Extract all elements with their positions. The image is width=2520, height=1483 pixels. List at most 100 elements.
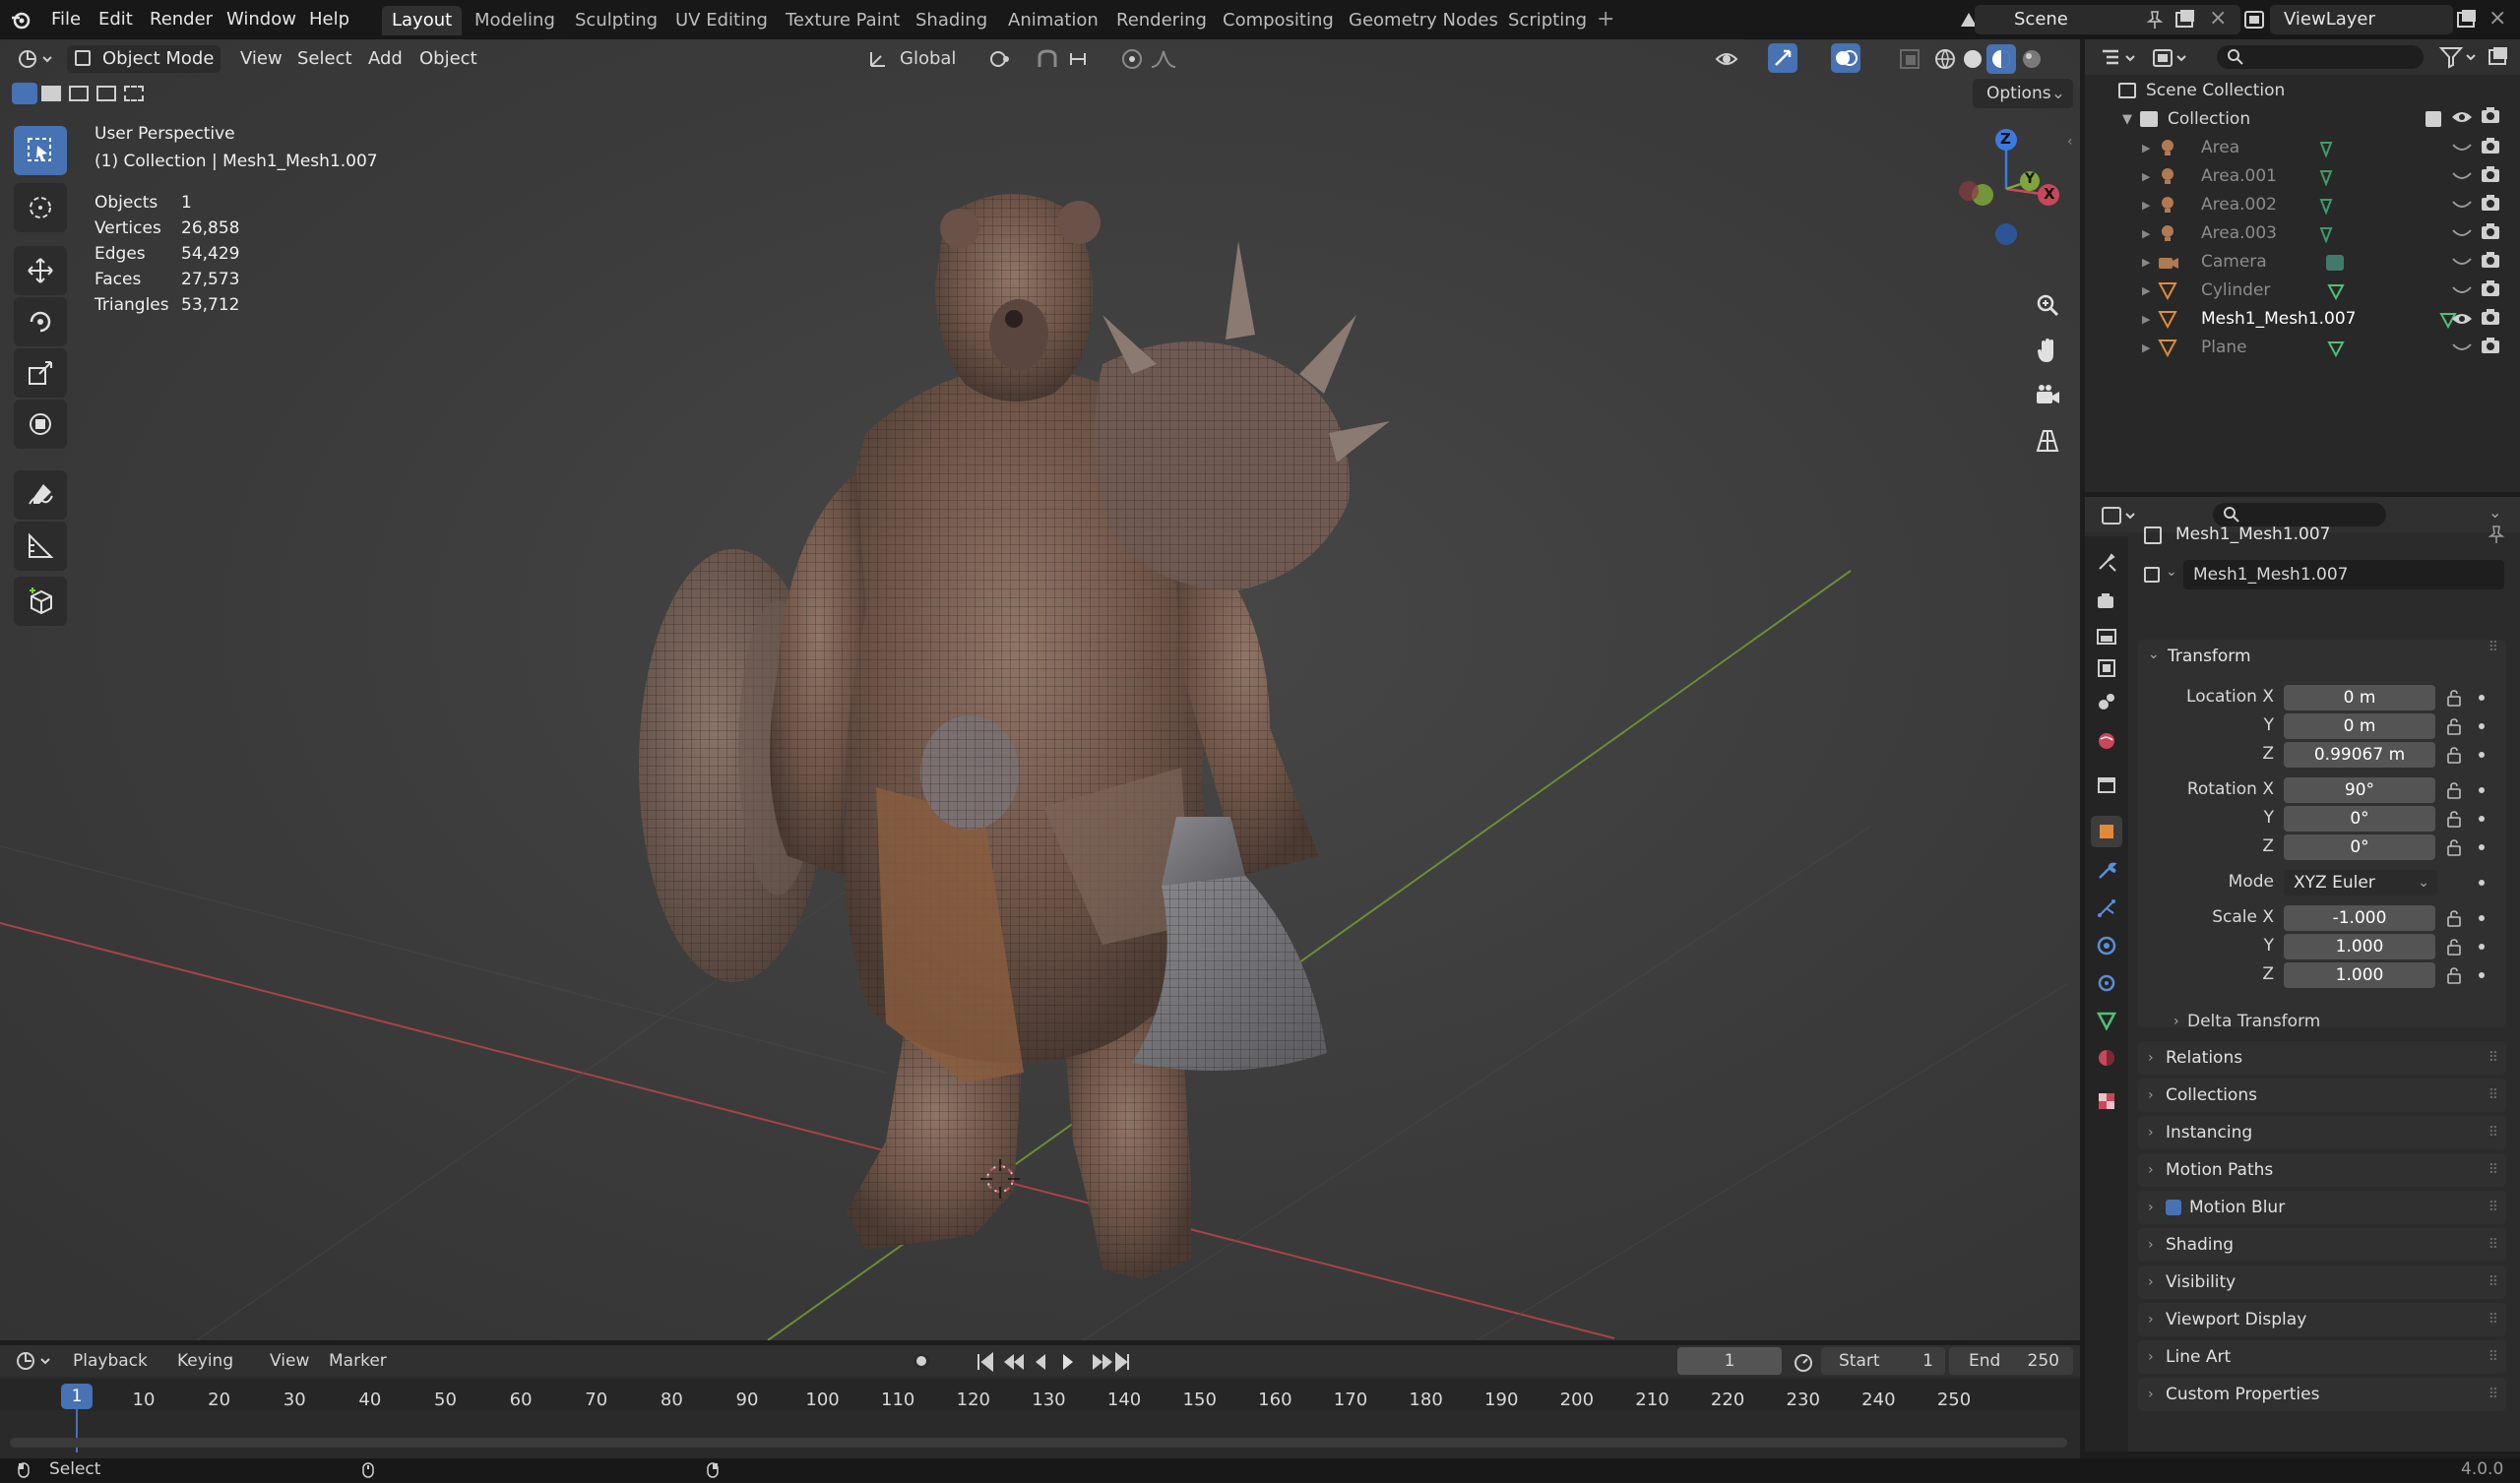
constraints-tab-icon[interactable] [2091,967,2122,999]
rotation-x-field[interactable]: 90° [2284,777,2435,803]
render-tab-icon[interactable] [2091,586,2122,617]
tab-modeling[interactable]: Modeling [465,6,565,35]
menu-window[interactable]: Window [219,6,304,33]
xray-toggle-icon[interactable] [1898,47,1922,71]
solid-shading-icon[interactable] [1961,47,1984,71]
scene-selector[interactable]: Scene [1975,5,2240,34]
drag-grip-icon[interactable]: ⠿ [2488,1228,2498,1262]
orientation-dropdown[interactable]: Global [866,45,976,73]
drag-grip-icon[interactable]: ⠿ [2488,1191,2498,1224]
outliner-item-area-001[interactable]: ▶ Area.001 [2085,162,2520,191]
gizmo-toggle-icon[interactable] [1768,43,1797,73]
wireframe-shading-icon[interactable] [1933,47,1957,71]
falloff-icon[interactable] [1150,47,1185,71]
tab-sculpting[interactable]: Sculpting [565,6,667,35]
modifier-tab-icon[interactable] [2091,855,2122,887]
new-collection-icon[interactable] [2487,45,2512,69]
expand-icon[interactable]: ▶ [2142,191,2150,219]
timeline-menu-keying[interactable]: Keying [177,1347,233,1375]
keyframe-dot-icon[interactable] [2479,787,2485,793]
eye-icon[interactable] [2451,307,2473,336]
viewport-menu-select[interactable]: Select [297,43,352,75]
timeline-menu-marker[interactable]: Marker [329,1347,387,1375]
location-z-field[interactable]: 0.99067 m [2284,742,2435,768]
timeline-menu-playback[interactable]: Playback [73,1347,148,1375]
display-mode-icon[interactable] [2152,47,2191,69]
tab-animation[interactable]: Animation [998,6,1108,35]
expand-icon[interactable]: ▶ [2142,305,2150,334]
eye-hidden-icon[interactable] [2451,193,2473,221]
outliner-collection[interactable]: ▼ Collection [2085,105,2520,134]
keyframe-dot-icon[interactable] [2479,944,2485,950]
camera-render-icon[interactable] [2481,250,2500,278]
drag-grip-icon[interactable]: ⠿ [2488,1266,2498,1299]
keyframe-dot-icon[interactable] [2479,752,2485,758]
overlays-toggle-icon[interactable] [1831,43,1860,73]
outliner-item-area-003[interactable]: ▶ Area.003 [2085,219,2520,248]
camera-view-icon[interactable] [2028,376,2067,415]
selection-mode-buttons[interactable] [12,83,150,104]
scale-x-field[interactable]: -1.000 [2284,905,2435,931]
lock-icon[interactable] [2445,938,2463,956]
lock-icon[interactable] [2445,717,2463,735]
collection-tab-icon[interactable] [2091,769,2122,800]
camera-render-icon[interactable] [2481,336,2500,364]
select-new-icon[interactable] [12,83,37,104]
menu-file[interactable]: File [43,6,89,33]
object-datablock-icon[interactable]: ⌄ [2144,564,2181,587]
particles-tab-icon[interactable] [2091,893,2122,924]
playhead-frame-indicator[interactable]: 1 [61,1384,93,1409]
outliner-item-area[interactable]: ▶ Area [2085,134,2520,162]
view-layer-tab-icon[interactable] [2091,652,2122,684]
expand-icon[interactable]: ▼ [2122,105,2132,134]
outliner-search-input[interactable] [2217,45,2424,69]
snap-target-icon[interactable] [1067,47,1106,71]
outliner-item-cylinder[interactable]: ▶ Cylinder [2085,277,2520,305]
mesh-data-icon[interactable] [2327,339,2345,367]
camera-render-icon[interactable] [2481,136,2500,164]
keyframe-dot-icon[interactable] [2479,844,2485,850]
panel-shading[interactable]: › Shading ⠿ [2138,1228,2506,1262]
panel-collections[interactable]: › Collections ⠿ [2138,1079,2506,1112]
select-intersect-icon[interactable] [124,86,144,101]
camera-render-icon[interactable] [2481,164,2500,193]
camera-render-icon[interactable] [2481,193,2500,221]
keyframe-dot-icon[interactable] [2479,816,2485,822]
panel-line-art[interactable]: › Line Art ⠿ [2138,1340,2506,1374]
scale-y-field[interactable]: 1.000 [2284,934,2435,959]
outliner-item-area-002[interactable]: ▶ Area.002 [2085,191,2520,219]
record-keyframe-icon[interactable] [910,1351,945,1371]
lock-icon[interactable] [2445,781,2463,799]
outliner-scene-collection[interactable]: Scene Collection [2085,77,2520,105]
options-button[interactable]: Options ⌄ [1973,79,2073,108]
object-mode-dropdown[interactable]: Object Mode [67,45,220,73]
select-subtract-icon[interactable] [69,86,89,101]
data-tab-icon[interactable] [2091,1005,2122,1036]
keyframe-dot-icon[interactable] [2479,972,2485,978]
expand-icon[interactable]: ▶ [2142,248,2150,277]
object-tab-icon[interactable] [2091,816,2122,847]
proportional-editing-icon[interactable] [1120,47,1144,71]
cursor-tool[interactable] [14,183,67,232]
move-tool[interactable] [14,246,67,295]
drag-grip-icon[interactable]: ⠿ [2488,1116,2498,1149]
view-layer-selector[interactable]: ViewLayer [2270,5,2453,34]
outliner-item-mesh1-mesh1-007[interactable]: ▶ Mesh1_Mesh1.007 [2085,305,2520,334]
rotation-z-field[interactable]: 0° [2284,834,2435,860]
annotate-tool[interactable] [14,470,67,520]
playback-controls[interactable] [975,1351,1132,1373]
select-box-tool[interactable] [14,126,67,175]
measure-tool[interactable] [14,522,67,571]
drag-grip-icon[interactable]: ⠿ [2488,1378,2498,1411]
expand-icon[interactable]: ▶ [2142,277,2150,305]
chevron-down-icon[interactable]: ⌄ [2488,503,2501,522]
drag-grip-icon[interactable]: ⠿ [2488,640,2498,655]
editor-type-icon[interactable] [16,47,55,71]
tab-shading[interactable]: Shading [906,6,997,35]
drag-grip-icon[interactable]: ⠿ [2488,1079,2498,1112]
start-frame-field[interactable]: Start 1 [1821,1347,1945,1375]
rotate-tool[interactable] [14,297,67,346]
timeline-editor-type-icon[interactable] [16,1350,55,1372]
pin-icon[interactable] [2144,9,2166,31]
location-y-field[interactable]: 0 m [2284,713,2435,739]
